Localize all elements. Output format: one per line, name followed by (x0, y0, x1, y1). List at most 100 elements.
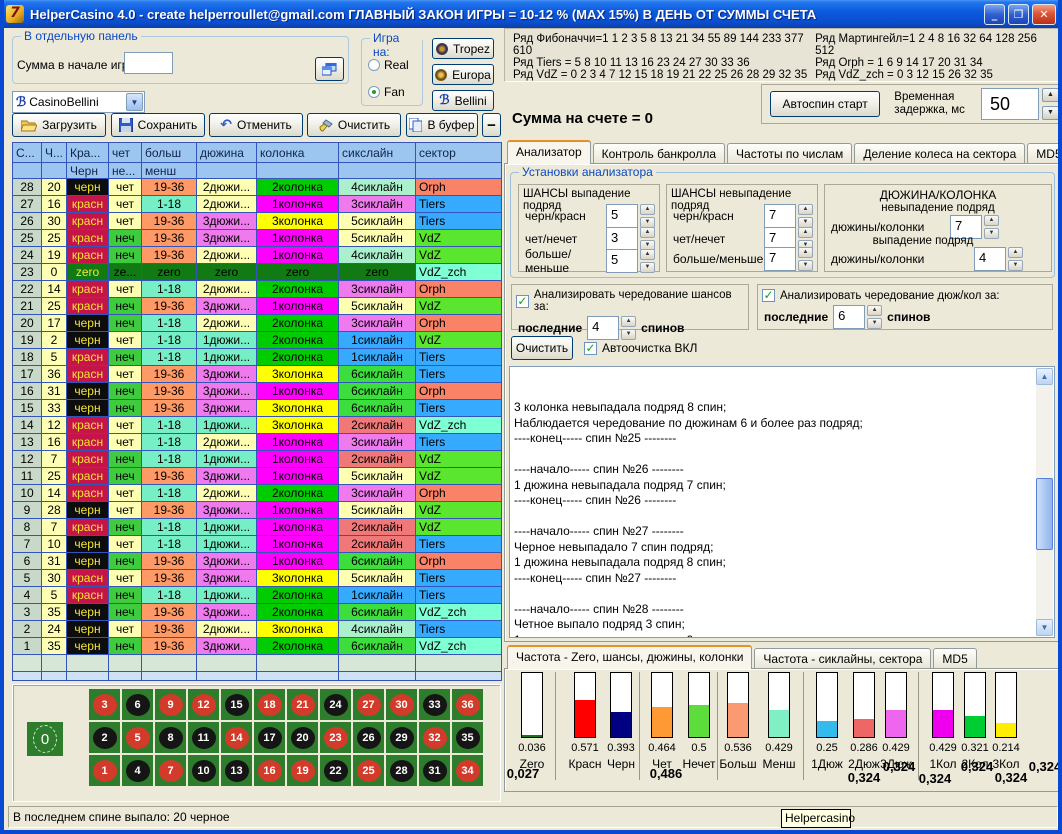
roulette-number-12[interactable]: 12 (188, 689, 219, 720)
roulette-number-4[interactable]: 4 (122, 755, 153, 786)
roulette-number-16[interactable]: 16 (254, 755, 285, 786)
load-button[interactable]: Загрузить (12, 113, 106, 137)
chances-spins-spinner[interactable]: 4▲▼ (587, 316, 636, 340)
roulette-number-14[interactable]: 14 (221, 722, 252, 753)
roulette-number-33[interactable]: 33 (419, 689, 450, 720)
roulette-number-8[interactable]: 8 (155, 722, 186, 753)
roulette-number-6[interactable]: 6 (122, 689, 153, 720)
roulette-number-15[interactable]: 15 (221, 689, 252, 720)
roulette-number-5[interactable]: 5 (122, 722, 153, 753)
scrollbar-thumb[interactable] (1036, 478, 1053, 550)
roulette-number-9[interactable]: 9 (155, 689, 186, 720)
spin-up-icon[interactable]: ▲ (640, 204, 655, 215)
spin-up-icon[interactable]: ▲ (867, 305, 882, 316)
noappear-highlow-spinner[interactable]: 7▲▼ (764, 247, 813, 271)
roulette-number-25[interactable]: 25 (353, 755, 384, 786)
save-button[interactable]: Сохранить (111, 113, 205, 137)
chart-tab-md5[interactable]: MD5 (933, 648, 976, 669)
roulette-number-0[interactable]: 0 (27, 722, 63, 756)
scroll-up-icon[interactable]: ▲ (1036, 368, 1053, 385)
detach-panel-button[interactable] (315, 57, 344, 81)
delay-value[interactable]: 50 (981, 88, 1039, 120)
alternate-chances-checkbox[interactable]: ✓ (516, 295, 529, 308)
roulette-number-35[interactable]: 35 (452, 722, 483, 753)
dozens-spins-spinner[interactable]: 6▲▼ (833, 305, 882, 329)
appear-highlow-spinner[interactable]: 5▲▼ (606, 249, 655, 273)
roulette-number-19[interactable]: 19 (287, 755, 318, 786)
radio-real-circle[interactable] (368, 59, 380, 71)
analyzer-clear-button[interactable]: Очистить (511, 336, 573, 360)
spin-down-icon[interactable]: ▼ (867, 318, 882, 329)
chart-tab-frequency-main[interactable]: Частота - Zero, шансы, дюжины, колонки (507, 645, 752, 669)
spin-up-icon[interactable]: ▲ (621, 316, 636, 327)
roulette-number-2[interactable]: 2 (89, 722, 120, 753)
log-scrollbar[interactable]: ▲ ▼ (1036, 368, 1053, 636)
roulette-number-36[interactable]: 36 (452, 689, 483, 720)
roulette-number-34[interactable]: 34 (452, 755, 483, 786)
sum-start-input[interactable] (124, 52, 173, 74)
spin-down-icon[interactable]: ▼ (1042, 106, 1059, 120)
radio-fan-circle[interactable] (368, 86, 380, 98)
collapse-button[interactable]: − (482, 113, 501, 137)
spin-down-icon[interactable]: ▼ (640, 262, 655, 273)
spin-up-icon[interactable]: ▲ (1042, 88, 1059, 102)
roulette-number-3[interactable]: 3 (89, 689, 120, 720)
europa-button[interactable]: Europa (432, 64, 494, 85)
clear-button[interactable]: Очистить (307, 113, 401, 137)
roulette-number-20[interactable]: 20 (287, 722, 318, 753)
roulette-number-28[interactable]: 28 (386, 755, 417, 786)
title-bar[interactable]: 7 HelperCasino 4.0 - create helperroulle… (0, 0, 1062, 28)
appear-blackred-spinner[interactable]: 5▲▼ (606, 204, 655, 228)
tab-md5[interactable]: MD5 (1027, 143, 1062, 164)
autospin-start-button[interactable]: Автоспин старт (770, 91, 880, 117)
roulette-number-7[interactable]: 7 (155, 755, 186, 786)
spin-down-icon[interactable]: ▼ (621, 329, 636, 340)
autoclear-toggle[interactable]: ✓ Автоочистка ВКЛ (584, 341, 697, 355)
spin-up-icon[interactable]: ▲ (640, 227, 655, 238)
scroll-down-icon[interactable]: ▼ (1036, 619, 1053, 636)
roulette-number-27[interactable]: 27 (353, 689, 384, 720)
spin-down-icon[interactable]: ▼ (1008, 260, 1023, 271)
roulette-number-26[interactable]: 26 (353, 722, 384, 753)
spin-up-icon[interactable]: ▲ (798, 204, 813, 215)
dozen-appear-spinner[interactable]: 4▲▼ (974, 247, 1023, 271)
roulette-number-32[interactable]: 32 (419, 722, 450, 753)
casino-select[interactable]: ℬ CasinoBellini ▼ (12, 91, 145, 113)
roulette-number-31[interactable]: 31 (419, 755, 450, 786)
tropez-button[interactable]: Tropez (432, 38, 494, 59)
roulette-number-13[interactable]: 13 (221, 755, 252, 786)
maximize-button[interactable]: ❐ (1008, 4, 1029, 25)
spin-up-icon[interactable]: ▲ (640, 249, 655, 260)
spin-down-icon[interactable]: ▼ (798, 260, 813, 271)
copy-to-buffer-button[interactable]: В буфер (406, 113, 478, 137)
spin-up-icon[interactable]: ▲ (1008, 247, 1023, 258)
roulette-number-11[interactable]: 11 (188, 722, 219, 753)
chevron-down-icon[interactable]: ▼ (126, 93, 143, 111)
close-button[interactable]: ✕ (1032, 4, 1056, 25)
roulette-number-17[interactable]: 17 (254, 722, 285, 753)
roulette-number-24[interactable]: 24 (320, 689, 351, 720)
delay-spinner[interactable]: 50 ▲ ▼ (981, 88, 1059, 120)
spin-up-icon[interactable]: ▲ (984, 215, 999, 226)
tab-wheel-sectors[interactable]: Деление колеса на сектора (854, 143, 1025, 164)
alternate-dozens-checkbox[interactable]: ✓ (762, 289, 775, 302)
spin-up-icon[interactable]: ▲ (798, 247, 813, 258)
autoclear-checkbox[interactable]: ✓ (584, 342, 597, 355)
roulette-number-21[interactable]: 21 (287, 689, 318, 720)
tab-bankroll-control[interactable]: Контроль банкролла (593, 143, 725, 164)
roulette-number-10[interactable]: 10 (188, 755, 219, 786)
spin-up-icon[interactable]: ▲ (798, 227, 813, 238)
radio-fan[interactable]: Fan (368, 85, 405, 99)
chart-tab-frequency-sectors[interactable]: Частота - сиклайны, сектора (754, 648, 931, 669)
noappear-blackred-spinner[interactable]: 7▲▼ (764, 204, 813, 228)
roulette-number-30[interactable]: 30 (386, 689, 417, 720)
bellini-button[interactable]: ℬ Bellini (432, 90, 494, 111)
radio-real[interactable]: Real (368, 58, 409, 72)
tab-analyzer[interactable]: Анализатор (507, 140, 591, 164)
roulette-number-18[interactable]: 18 (254, 689, 285, 720)
undo-button[interactable]: ↶ Отменить (209, 113, 303, 137)
roulette-number-23[interactable]: 23 (320, 722, 351, 753)
roulette-number-29[interactable]: 29 (386, 722, 417, 753)
analyzer-log[interactable]: 3 колонка невыпадала подряд 8 спин; Набл… (509, 366, 1055, 638)
roulette-number-22[interactable]: 22 (320, 755, 351, 786)
